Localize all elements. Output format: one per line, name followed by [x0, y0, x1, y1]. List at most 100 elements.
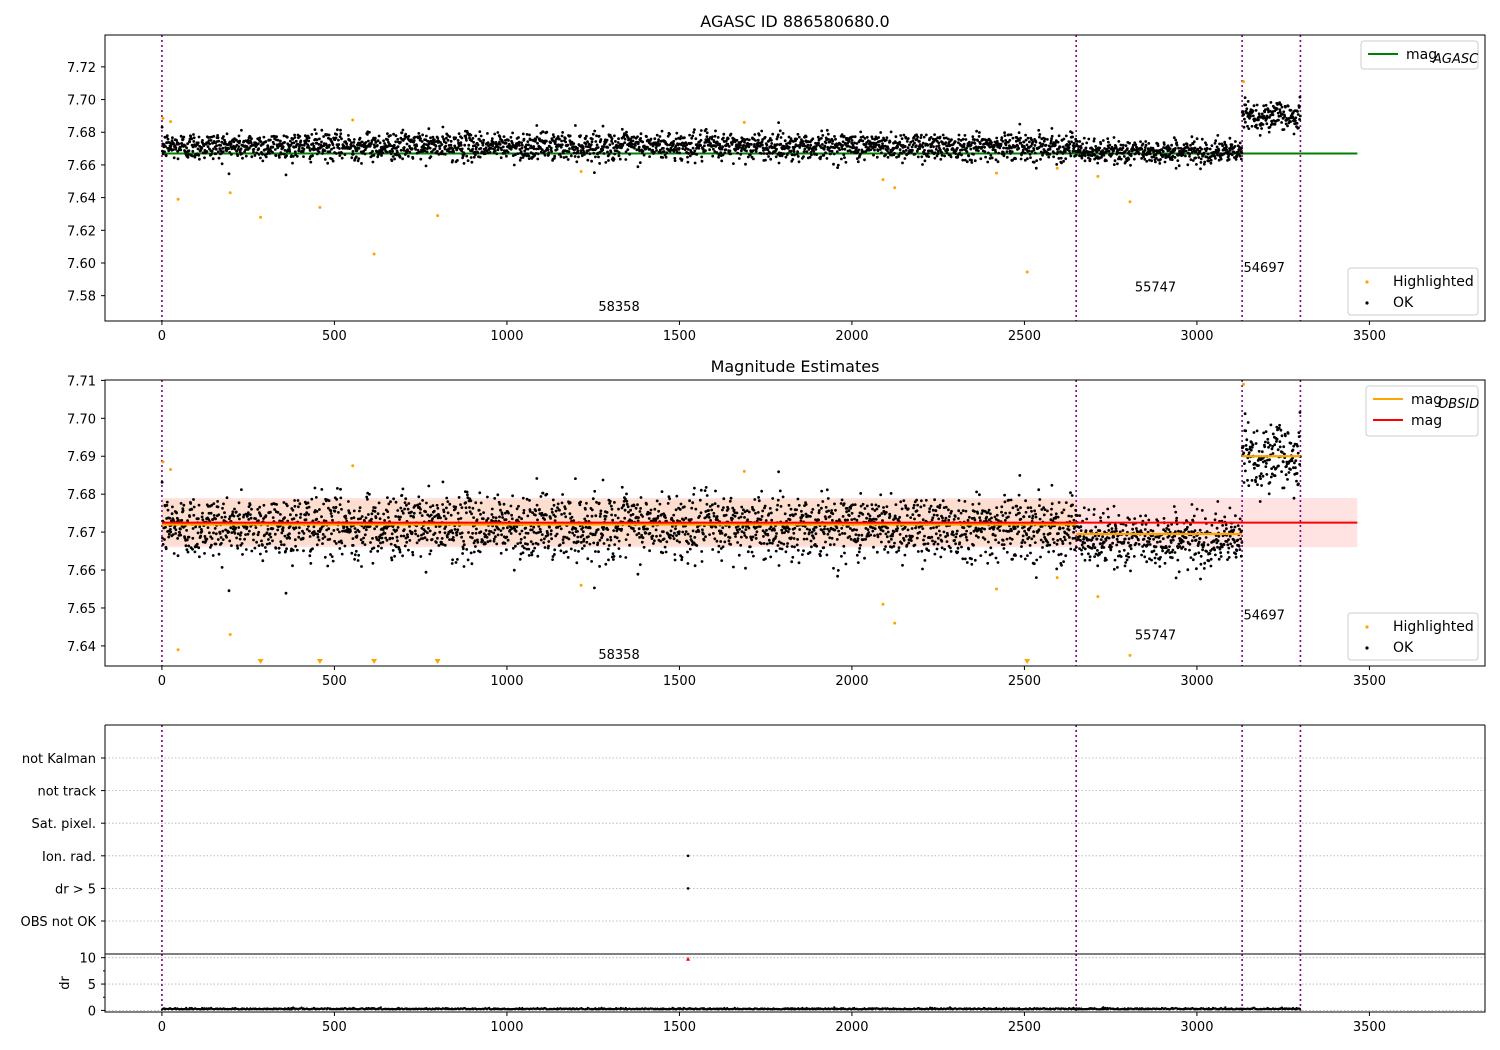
mid-ok-point-814 — [441, 480, 445, 484]
mid-ok-point-355 — [283, 516, 286, 520]
mid-ok-point-1347 — [625, 499, 629, 503]
top-ok-point-2498 — [1022, 140, 1026, 144]
top-ok-point-2741 — [1106, 137, 1110, 141]
mid-ok-point-1277 — [601, 534, 605, 537]
top-ok-point-2743 — [1107, 140, 1110, 144]
top-ok-point-875 — [462, 162, 466, 165]
top-ok-point-2019 — [857, 148, 861, 152]
top-ok-point-283 — [258, 136, 262, 140]
mid-ok-point-667 — [390, 532, 394, 536]
top-ok-point-2013 — [855, 146, 858, 150]
chart-title-estimates: Magnitude Estimates — [711, 357, 880, 376]
top-ok-point-3200 — [1264, 103, 1268, 107]
mid-ok-point-734 — [413, 529, 417, 533]
top-ok-point-2636 — [1070, 140, 1073, 144]
top-ok-point-78 — [187, 149, 191, 153]
mid-ok-point-223 — [237, 501, 241, 505]
top-legend-lower-label-0: Highlighted — [1393, 274, 1474, 290]
mid-ok-point-233 — [241, 553, 244, 556]
top-ok-point-1138 — [553, 154, 557, 158]
mid-ok-point-244 — [244, 548, 248, 551]
top-ok-point-1350 — [626, 148, 630, 152]
mid-ok-point-629 — [377, 501, 381, 505]
mid-ok-point-1195 — [573, 533, 576, 537]
mid-ok-point-931 — [481, 517, 485, 521]
top-ok-point-2611 — [1061, 152, 1065, 155]
top-ok-point-2201 — [920, 133, 923, 137]
mid-ok-point-883 — [465, 548, 469, 551]
top-ok-point-2423 — [996, 160, 1000, 164]
top-ok-point-1234 — [586, 158, 590, 162]
mid-ok-point-618 — [373, 506, 377, 510]
top-ok-point-895 — [469, 133, 473, 137]
mid-ok-point-55 — [179, 502, 183, 505]
mid-ok-point-472 — [323, 535, 327, 539]
top-ok-point-1560 — [698, 133, 702, 137]
mid-ok-point-1471 — [668, 497, 671, 501]
top-ok-point-117 — [201, 139, 204, 142]
mid-ok-point-861 — [457, 496, 461, 499]
mid-ok-point-397 — [297, 531, 301, 535]
top-highlighted-point-3 — [228, 191, 232, 195]
mid-ok-point-1246 — [590, 514, 594, 518]
top-ok-point-1301 — [609, 150, 613, 154]
top-ok-point-1724 — [755, 147, 759, 150]
top-ok-point-1737 — [760, 152, 763, 155]
top-ok-point-822 — [444, 144, 448, 148]
mid-ok-point-1162 — [561, 538, 565, 541]
mid-ok-point-1292 — [606, 528, 610, 531]
top-ok-point-3189 — [1260, 112, 1264, 116]
mid-ok-point-1550 — [695, 544, 699, 547]
mid-ok-point-1270 — [598, 515, 602, 518]
mid-ok-point-1563 — [699, 488, 703, 492]
top-ok-point-1355 — [628, 152, 631, 156]
top-ok-point-2566 — [1046, 138, 1049, 141]
mid-ok-point-491 — [330, 532, 333, 536]
mid-ok-point-427 — [308, 529, 311, 533]
top-ok-point-3129 — [1240, 146, 1243, 150]
mid-ok-point-1586 — [707, 516, 711, 519]
top-ok-point-1369 — [633, 146, 636, 150]
mid-ok-point-1136 — [552, 503, 556, 507]
mid-ok-point-288 — [260, 539, 263, 543]
top-ok-point-2202 — [920, 155, 924, 159]
top-ok-point-2002 — [851, 135, 855, 139]
mid-ok-point-278 — [256, 533, 260, 537]
top-ok-point-2031 — [861, 139, 865, 143]
mid-ok-point-870 — [460, 531, 464, 535]
top-ok-point-351 — [281, 145, 285, 149]
mid-ok-point-925 — [479, 501, 483, 505]
mid-ok-point-239 — [243, 537, 247, 541]
mid-ok-point-1198 — [574, 477, 577, 480]
mid-ok-point-828 — [446, 500, 450, 503]
mid-ok-point-112 — [199, 534, 203, 538]
top-ok-point-1435 — [655, 133, 659, 137]
top-ok-point-1250 — [591, 132, 595, 136]
mid-ok-point-1278 — [601, 478, 605, 482]
top-ok-point-2332 — [965, 146, 968, 150]
mid-ok-point-149 — [212, 531, 215, 535]
mid-ok-point-225 — [238, 513, 242, 516]
top-ok-point-2614 — [1062, 137, 1066, 141]
mid-ok-point-518 — [339, 496, 343, 500]
top-highlighted-point-5 — [318, 205, 322, 209]
top-ok-point-2385 — [983, 150, 987, 154]
top-ok-point-2437 — [1001, 140, 1005, 143]
top-ok-point-3110 — [1233, 145, 1237, 148]
top-ok-point-1526 — [687, 152, 690, 155]
mid-ok-point-789 — [432, 509, 436, 513]
mid-ok-point-1182 — [568, 512, 572, 516]
top-ok-point-1417 — [649, 137, 653, 141]
top-ok-point-1676 — [738, 143, 742, 147]
top-ok-point-3065 — [1218, 142, 1221, 146]
top-ok-point-2794 — [1124, 144, 1128, 148]
mid-ok-point-662 — [389, 500, 392, 504]
top-ok-point-2287 — [949, 155, 953, 159]
mid-ok-point-162 — [216, 505, 220, 509]
mid-ok-point-994 — [503, 542, 507, 545]
top-ok-point-973 — [496, 131, 500, 134]
mid-ok-point-447 — [314, 496, 318, 499]
top-ok-point-1463 — [665, 151, 669, 155]
mid-ok-point-1524 — [686, 562, 690, 565]
top-ok-point-320 — [271, 150, 274, 154]
